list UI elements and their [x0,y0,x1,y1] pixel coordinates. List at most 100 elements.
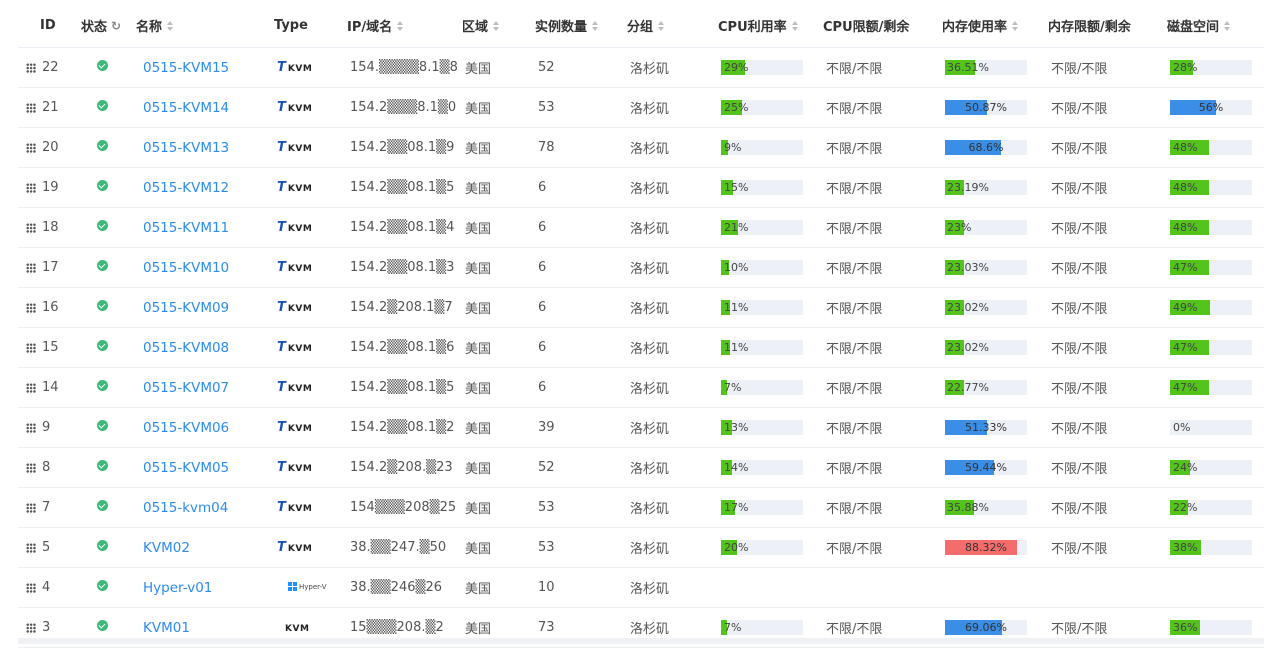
table-row[interactable]: 14 0515-KVM07 T KVM 154.2▒▒08.1▒5 美国 6 洛杉… [18,367,1264,408]
table-row[interactable]: 5 KVM02 T KVM 38.▒▒247.▒50 美国 53 洛杉矶 20% … [18,527,1264,568]
drag-handle-icon[interactable] [26,182,36,193]
group: 洛杉矶 [630,102,670,117]
server-name-link[interactable]: 0515-KVM05 [136,460,229,476]
mem-limit: 不限/不限 [1051,182,1108,197]
sort-group[interactable]: 分组 [627,16,665,35]
row-id: 7 [18,500,81,515]
table-header: ID 状态 ↻ 名称 Type IP/域名 区域 实例数量 分组 CPU利用率 C… [18,4,1264,48]
sort-ip[interactable]: IP/域名 [347,16,404,35]
disk-bar: 28% [1170,60,1252,75]
server-name-link[interactable]: 0515-KVM10 [136,260,229,276]
region: 美国 [465,182,492,197]
server-name-link[interactable]: 0515-KVM07 [136,380,229,396]
status-ok-icon [97,140,108,151]
table-row[interactable]: 15 0515-KVM08 T KVM 154.2▒▒08.1▒6 美国 6 洛杉… [18,327,1264,368]
table-row[interactable]: 16 0515-KVM09 T KVM 154.2▒208.1▒7 美国 6 洛杉… [18,287,1264,328]
row-id-value: 19 [42,180,59,195]
table-row[interactable]: 4 Hyper-v01 Hyper-V 38.▒▒246▒26 美国 10 洛杉… [18,567,1264,608]
cpu-limit: 不限/不限 [826,262,883,277]
kvm-logo-text: KVM [287,544,313,554]
table-row[interactable]: 18 0515-KVM11 T KVM 154.2▒▒08.1▒4 美国 6 洛杉… [18,207,1264,248]
col-mem: 内存使用率 [942,20,1008,35]
server-name-link[interactable]: 0515-KVM12 [136,180,229,196]
drag-handle-icon[interactable] [26,542,36,553]
group: 洛杉矶 [630,382,670,397]
sort-instances[interactable]: 实例数量 [535,16,599,35]
mem-bar-label: 35.88% [947,501,989,514]
mem-bar-label: 59.44% [965,461,1007,474]
drag-handle-icon[interactable] [26,422,36,433]
sort-name[interactable]: 名称 [136,16,174,35]
drag-handle-icon[interactable] [26,622,36,633]
drag-handle-icon[interactable] [26,102,36,113]
row-id: 14 [18,380,81,395]
server-name-link[interactable]: 0515-KVM09 [136,300,229,316]
server-name-link[interactable]: 0515-KVM15 [136,60,229,76]
row-id: 16 [18,300,81,315]
table-row[interactable]: 8 0515-KVM05 T KVM 154.2▒208.▒23 美国 52 洛杉… [18,447,1264,488]
table-row[interactable]: 20 0515-KVM13 T KVM 154.2▒▒08.1▒9 美国 78 洛… [18,127,1264,168]
row-id-value: 14 [42,380,59,395]
region: 美国 [465,62,492,77]
sort-icon [396,20,404,32]
row-id-value: 18 [42,220,59,235]
row-id: 18 [18,220,81,235]
server-name-link[interactable]: KVM01 [136,620,190,636]
drag-handle-icon[interactable] [26,62,36,73]
drag-handle-icon[interactable] [26,382,36,393]
table-row[interactable]: 17 0515-KVM10 T KVM 154.2▒▒08.1▒3 美国 6 洛杉… [18,247,1264,288]
region: 美国 [465,582,492,597]
row-id: 15 [18,340,81,355]
instance-count: 6 [538,340,547,355]
drag-handle-icon[interactable] [26,462,36,473]
col-group: 分组 [627,20,654,35]
server-name-link[interactable]: 0515-KVM08 [136,340,229,356]
instance-count: 6 [538,380,547,395]
mem-bar-label: 50.87% [965,101,1007,114]
refresh-icon[interactable]: ↻ [111,19,121,33]
drag-handle-icon[interactable] [26,142,36,153]
row-id-value: 4 [42,580,51,595]
mem-limit [1048,580,1051,595]
mem-limit: 不限/不限 [1051,622,1108,637]
table-row[interactable]: 7 0515-kvm04 T KVM 154▒▒▒208▒25 美国 53 洛杉矶… [18,487,1264,528]
region: 美国 [465,422,492,437]
server-name-link[interactable]: Hyper-v01 [136,580,212,596]
sort-icon [492,20,500,32]
horizontal-scrollbar[interactable] [18,638,1264,644]
tkvm-logo-t: T [277,460,286,475]
drag-handle-icon[interactable] [26,502,36,513]
mem-limit: 不限/不限 [1051,62,1108,77]
ip-address: 38.▒▒247.▒50 [350,540,447,555]
cpu-bar: 11% [721,340,803,355]
tkvm-logo-t: T [277,380,286,395]
server-name-link[interactable]: 0515-KVM14 [136,100,229,116]
server-name-link[interactable]: KVM02 [136,540,190,556]
disk-bar: 47% [1170,260,1252,275]
sort-icon [591,20,599,32]
drag-handle-icon[interactable] [26,342,36,353]
cpu-limit: 不限/不限 [826,502,883,517]
table-row[interactable]: 9 0515-KVM06 T KVM 154.2▒▒08.1▒2 美国 39 洛杉… [18,407,1264,448]
table-row[interactable]: 21 0515-KVM14 T KVM 154.2▒▒▒8.1▒0 美国 53 洛… [18,87,1264,128]
group: 洛杉矶 [630,342,670,357]
sort-region[interactable]: 区域 [462,16,500,35]
mem-bar-label: 22.77% [947,381,989,394]
server-name-link[interactable]: 0515-KVM06 [136,420,229,436]
sort-disk[interactable]: 磁盘空间 [1167,16,1231,35]
server-name-link[interactable]: 0515-kvm04 [136,500,228,516]
drag-handle-icon[interactable] [26,262,36,273]
drag-handle-icon[interactable] [26,582,36,593]
table-row[interactable]: 22 0515-KVM15 T KVM 154.▒▒▒▒8.1▒8 美国 52 洛… [18,47,1264,88]
col-region: 区域 [462,20,489,35]
sort-mem[interactable]: 内存使用率 [942,16,1019,35]
drag-handle-icon[interactable] [26,222,36,233]
server-name-link[interactable]: 0515-KVM11 [136,220,229,236]
sort-cpu[interactable]: CPU利用率 [718,16,799,35]
server-name-link[interactable]: 0515-KVM13 [136,140,229,156]
row-id-value: 20 [42,140,59,155]
row-id: 5 [18,540,81,555]
drag-handle-icon[interactable] [26,302,36,313]
kvm-logo-text: KVM [287,144,313,154]
table-row[interactable]: 19 0515-KVM12 T KVM 154.2▒▒08.1▒5 美国 6 洛杉… [18,167,1264,208]
